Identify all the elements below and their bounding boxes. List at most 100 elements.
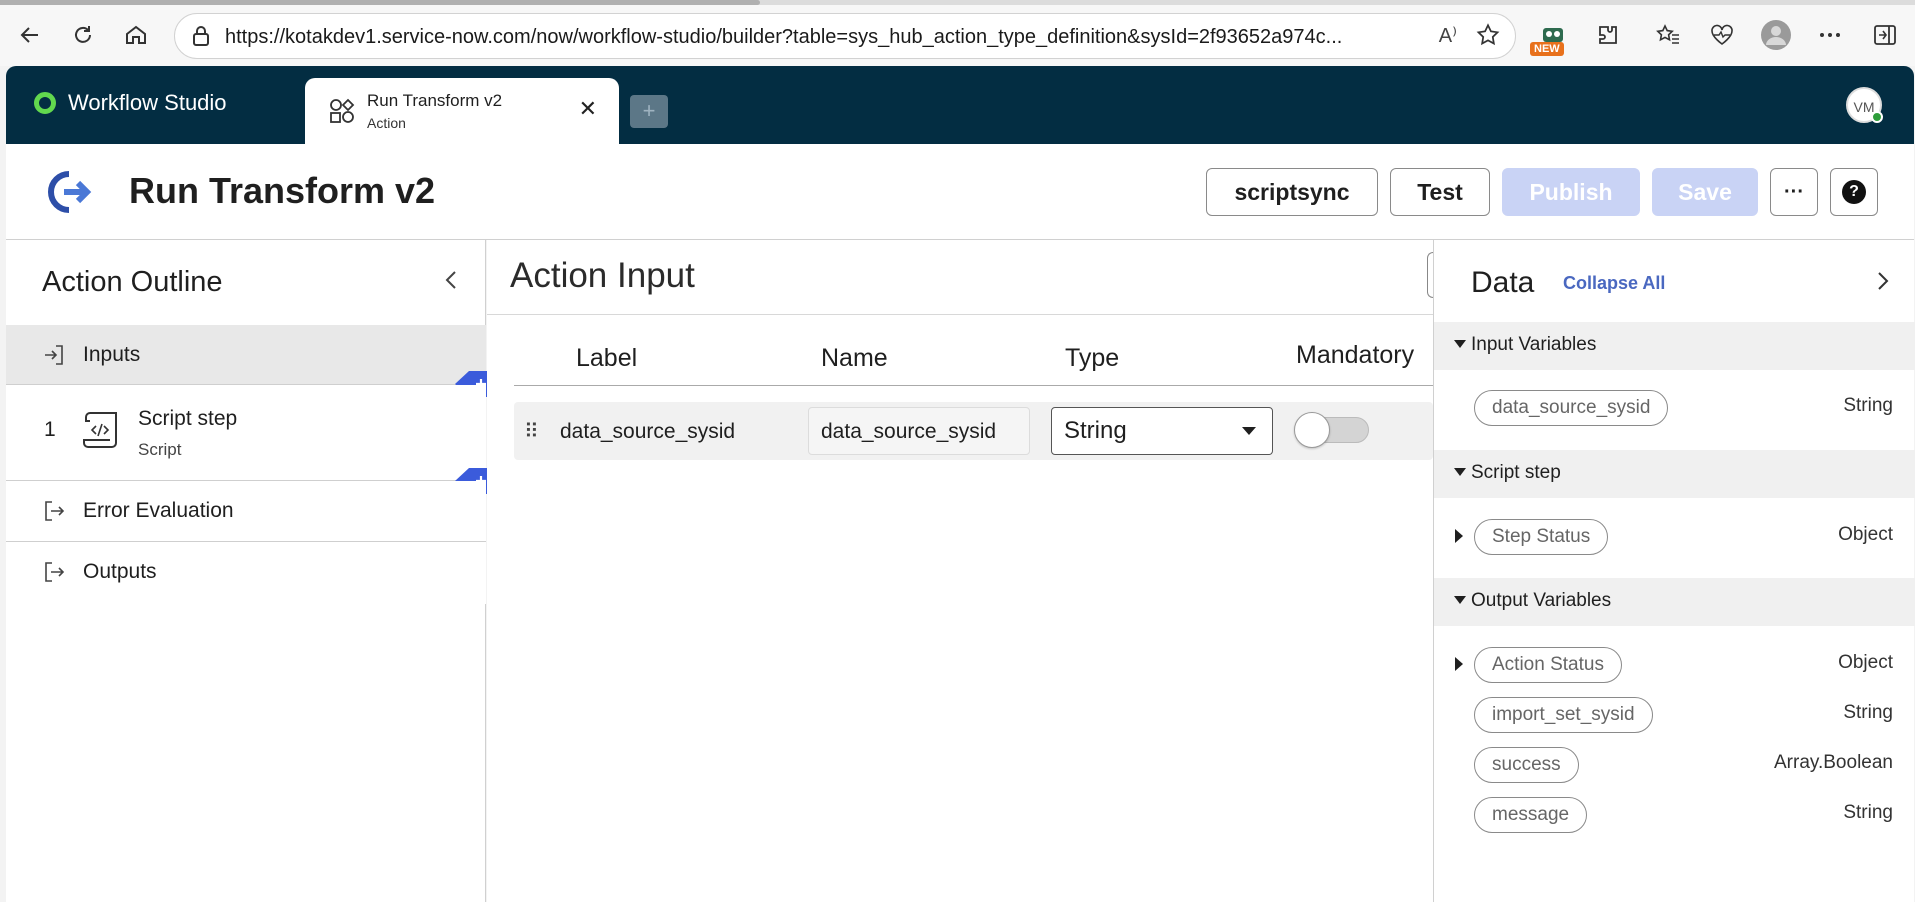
tab-title: Run Transform v2 — [367, 91, 503, 110]
brand-name: Workflow Studio — [68, 90, 227, 115]
add-tab-button[interactable]: + — [630, 95, 668, 128]
collapse-data-panel-icon[interactable] — [1876, 270, 1890, 298]
app-header: Workflow Studio Run Transform v2 Action … — [6, 66, 1914, 144]
data-panel-title: Data — [1471, 266, 1535, 299]
home-icon[interactable] — [118, 17, 154, 53]
output-arrow-icon — [42, 499, 66, 528]
mandatory-toggle[interactable] — [1294, 412, 1369, 448]
tab-strip — [0, 0, 1915, 5]
section-output-variables[interactable]: Output Variables — [1434, 578, 1915, 626]
script-icon — [82, 409, 122, 456]
test-button[interactable]: Test — [1390, 168, 1490, 216]
servicenow-logo-icon — [34, 92, 56, 114]
table-header-divider — [514, 385, 1433, 386]
input-name-field[interactable]: data_source_sysid — [808, 407, 1030, 455]
outline-label-inputs: Inputs — [83, 343, 141, 366]
action-input-title: Action Input — [510, 256, 695, 295]
caret-down-icon — [1454, 596, 1466, 604]
caret-down-icon — [1454, 340, 1466, 348]
data-pill[interactable]: Action Status — [1474, 647, 1622, 683]
data-type: Array.Boolean — [1774, 752, 1893, 773]
outline-sublabel-script: Script — [138, 440, 182, 459]
url-text[interactable]: https://kotakdev1.service-now.com/now/wo… — [225, 26, 1342, 49]
divider — [487, 314, 1433, 315]
data-pill[interactable]: import_set_sysid — [1474, 697, 1653, 733]
action-type-icon — [44, 170, 94, 219]
scriptsync-button[interactable]: scriptsync — [1206, 168, 1378, 216]
health-icon[interactable] — [1703, 16, 1741, 54]
data-type: String — [1843, 395, 1893, 416]
data-pill-row: message String — [1434, 795, 1915, 835]
section-input-variables[interactable]: Input Variables — [1434, 322, 1915, 370]
tab-run-transform[interactable]: Run Transform v2 Action ✕ — [305, 78, 619, 144]
more-actions-button[interactable]: ··· — [1770, 168, 1818, 216]
data-pill[interactable]: message — [1474, 797, 1588, 833]
column-header-name: Name — [821, 344, 888, 372]
refresh-icon[interactable] — [65, 17, 101, 53]
action-outline-panel: Action Outline Inputs 1 Script step Scri… — [6, 240, 489, 902]
data-pill[interactable]: success — [1474, 747, 1579, 783]
outline-item-error-evaluation[interactable]: Error Evaluation — [6, 481, 486, 542]
section-script-step[interactable]: Script step — [1434, 450, 1915, 498]
column-header-type: Type — [1065, 344, 1120, 372]
outline-title: Action Outline — [42, 266, 223, 298]
input-arrow-icon — [42, 343, 66, 372]
brand[interactable]: Workflow Studio — [34, 90, 227, 116]
data-type: String — [1843, 702, 1893, 723]
read-aloud-icon[interactable]: A⁾ — [1439, 23, 1457, 48]
data-panel: Data Collapse All Input Variables data_s… — [1433, 240, 1915, 902]
section-label: Script step — [1471, 462, 1561, 483]
browser-toolbar: https://kotakdev1.service-now.com/now/wo… — [0, 0, 1915, 66]
collapse-all-link[interactable]: Collapse All — [1563, 273, 1665, 294]
data-type: String — [1843, 802, 1893, 823]
expand-caret-icon[interactable] — [1455, 657, 1463, 671]
favorite-star-icon[interactable] — [1475, 22, 1501, 53]
profile-icon[interactable] — [1757, 16, 1795, 54]
more-options-icon[interactable] — [1811, 16, 1849, 54]
column-header-mandatory: Mandatory — [1296, 341, 1415, 369]
avatar[interactable]: VM — [1846, 87, 1883, 123]
online-status-icon — [1871, 111, 1883, 123]
outline-item-outputs[interactable]: Outputs — [6, 542, 486, 604]
outline-item-inputs[interactable]: Inputs — [6, 325, 486, 385]
outline-label-script-step: Script step — [138, 407, 238, 430]
lock-icon[interactable] — [191, 25, 211, 52]
input-label-value[interactable]: data_source_sysid — [560, 420, 735, 444]
publish-button[interactable]: Publish — [1502, 168, 1640, 216]
data-pill-row: import_set_sysid String — [1434, 695, 1915, 735]
back-icon[interactable] — [12, 17, 48, 53]
action-title-bar: Run Transform v2 scriptsync Test Publish… — [6, 144, 1914, 240]
extensions-icon[interactable] — [1589, 16, 1627, 54]
data-pill[interactable]: data_source_sysid — [1474, 390, 1669, 426]
section-label: Output Variables — [1471, 590, 1612, 611]
step-number: 1 — [44, 418, 56, 441]
close-tab-icon[interactable]: ✕ — [579, 96, 597, 122]
browser-tab-strip-active[interactable] — [0, 0, 760, 5]
help-button[interactable]: ? — [1830, 168, 1878, 216]
dropdown-arrow-icon — [1242, 427, 1256, 435]
expand-caret-icon[interactable] — [1455, 529, 1463, 543]
toggle-knob — [1294, 412, 1330, 448]
data-type: Object — [1838, 524, 1893, 545]
action-input-panel: Action Input Label Name Type Mandatory ⠿… — [487, 240, 1447, 902]
data-pill-row: data_source_sysid String — [1434, 388, 1915, 428]
outline-item-script-step[interactable]: 1 Script step Script — [6, 385, 486, 481]
caret-down-icon — [1454, 468, 1466, 476]
outline-label-outputs: Outputs — [83, 560, 157, 583]
data-pill-row: Action Status Object — [1434, 645, 1915, 685]
collapse-outline-icon[interactable] — [444, 270, 458, 296]
output-arrow-icon — [42, 560, 66, 589]
data-pill[interactable]: Step Status — [1474, 519, 1609, 555]
drag-handle-icon[interactable]: ⠿ — [524, 419, 539, 444]
data-pill-row: success Array.Boolean — [1434, 745, 1915, 785]
favorites-icon[interactable] — [1649, 16, 1687, 54]
address-bar[interactable]: https://kotakdev1.service-now.com/now/wo… — [174, 13, 1516, 59]
save-button[interactable]: Save — [1652, 168, 1758, 216]
column-header-label: Label — [576, 344, 638, 372]
section-label: Input Variables — [1471, 334, 1597, 355]
input-type-select[interactable]: String — [1051, 407, 1273, 455]
help-icon: ? — [1842, 180, 1866, 204]
outline-label-error-evaluation: Error Evaluation — [83, 499, 234, 522]
sidebar-toggle-icon[interactable] — [1866, 16, 1904, 54]
tab-subtitle: Action — [367, 115, 406, 131]
